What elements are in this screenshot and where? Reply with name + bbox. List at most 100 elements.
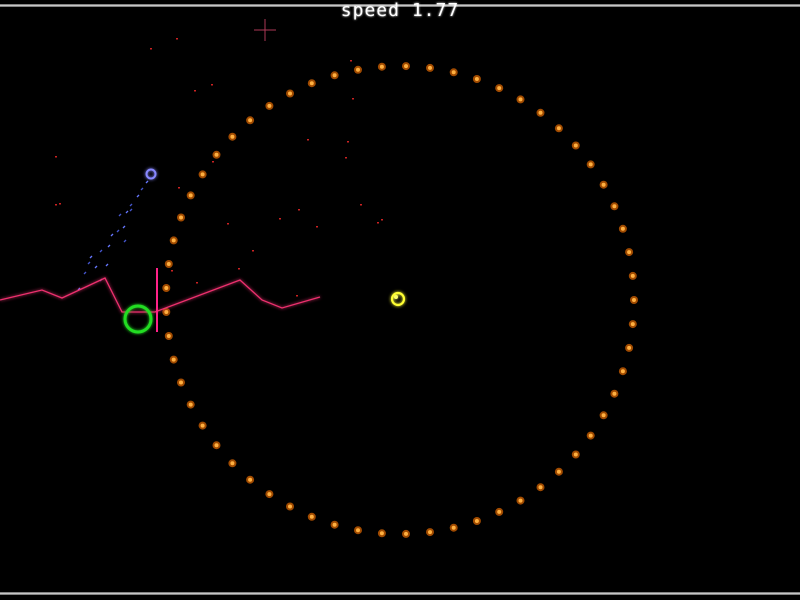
trail-segment [136,194,140,198]
ring-dot-core [404,64,408,69]
ring-dot-core [620,226,625,231]
debris-particle [345,157,347,159]
trail-segment [87,261,91,265]
trail-segment [118,213,122,217]
ring-dot-core [518,97,523,102]
ring-dot-core [630,322,635,327]
ring-dot-core [332,522,337,527]
ring-dot-core [214,443,219,448]
debris-particle [252,250,254,252]
ring-dot-core [538,110,543,115]
trail-segment [83,271,87,275]
debris-particle [352,98,354,100]
ring-dot-core [166,334,171,338]
debris-particle [298,209,300,211]
ring-dot-core [620,369,625,374]
enemy-probe-icon[interactable] [145,168,157,180]
ring-dot-core [179,215,183,220]
trail-segment [123,239,127,243]
debris-particle [176,38,178,40]
debris-particle [307,139,309,141]
ring-dot-core [164,310,169,314]
trail-segment [116,229,120,233]
ring-dot-core [214,152,219,157]
ring-dot-core [379,531,384,536]
debris-particle [316,226,318,228]
trail-segment [105,263,109,267]
trail-segment [99,249,103,253]
ring-dot-core [612,391,617,396]
crosshair-marker-icon [254,19,276,41]
ring-dot-core [309,81,314,86]
ring-dot-core [248,477,253,482]
debris-particle [296,295,298,297]
debris-particle [211,84,213,86]
enemy-trail [77,180,149,291]
trail-segment [94,265,98,269]
ring-dot-core [497,509,502,514]
trail-segment [89,255,93,259]
ring-dot-core [267,492,272,497]
ring-dot-core [474,77,479,81]
debris-particle [212,161,214,163]
trail-segment [129,208,133,212]
trail-segment [129,203,133,207]
ring-dot-core [627,250,632,255]
trail-segment [145,180,149,184]
debris-particle [55,204,57,206]
ring-dot-core [497,86,502,91]
ring-dot-core [630,273,635,278]
ring-dot-core [627,345,632,350]
ring-dot-core [601,182,606,187]
ring-dot-core [428,65,432,70]
debris-particle [150,48,152,50]
ring-dot-core [171,238,176,243]
trail-segment [107,244,111,248]
ring-dot-core [556,469,561,474]
ring-dot-core [556,126,561,131]
ring-dot-core [188,402,193,407]
playfield [0,19,638,538]
debris-particle [178,187,180,189]
ring-dot-core [248,118,253,123]
trail-segment [125,210,129,214]
debris-particle [227,223,229,225]
debris-particle [347,141,349,143]
ring-dot-core [379,64,384,69]
ring-dot-core [288,504,292,509]
debris-particle [194,90,196,92]
game-screen: speed 1.77 [0,0,800,600]
trail-segment [110,233,114,237]
ring-dot-core [588,433,593,438]
ring-dot-core [428,530,432,535]
ring-dot-core [518,498,523,503]
debris-particle [171,270,173,272]
debris-particle [196,282,198,284]
debris-particle [381,219,383,221]
ring-dot-core [332,73,337,78]
bottom-border-bar [0,592,800,595]
debris-particle [279,218,281,220]
ring-dot-core [356,67,360,72]
ring-dot-core [601,413,606,418]
ring-dot-core [200,172,205,177]
ring-dot-core [309,514,314,519]
laser-zigzag [0,277,321,313]
ring-dot-core [573,143,578,148]
ring-dot-core [474,519,479,523]
ring-dot-core [166,262,171,266]
debris-particle [360,204,362,206]
target-ring-icon[interactable] [123,304,153,334]
ring-dot-core [451,70,456,75]
ring-dot-core [612,204,617,209]
ring-dot-core [230,134,235,139]
ring-dot-core [632,298,636,302]
ring-dot-core [288,91,292,96]
ring-dot-core [404,531,408,536]
player-ship-icon[interactable] [390,291,406,307]
debris-particle [377,222,379,224]
debris-particle [350,60,352,62]
ring-dot-core [267,103,272,108]
ring-dot-core [588,162,593,167]
ring-dot-core [171,357,176,362]
